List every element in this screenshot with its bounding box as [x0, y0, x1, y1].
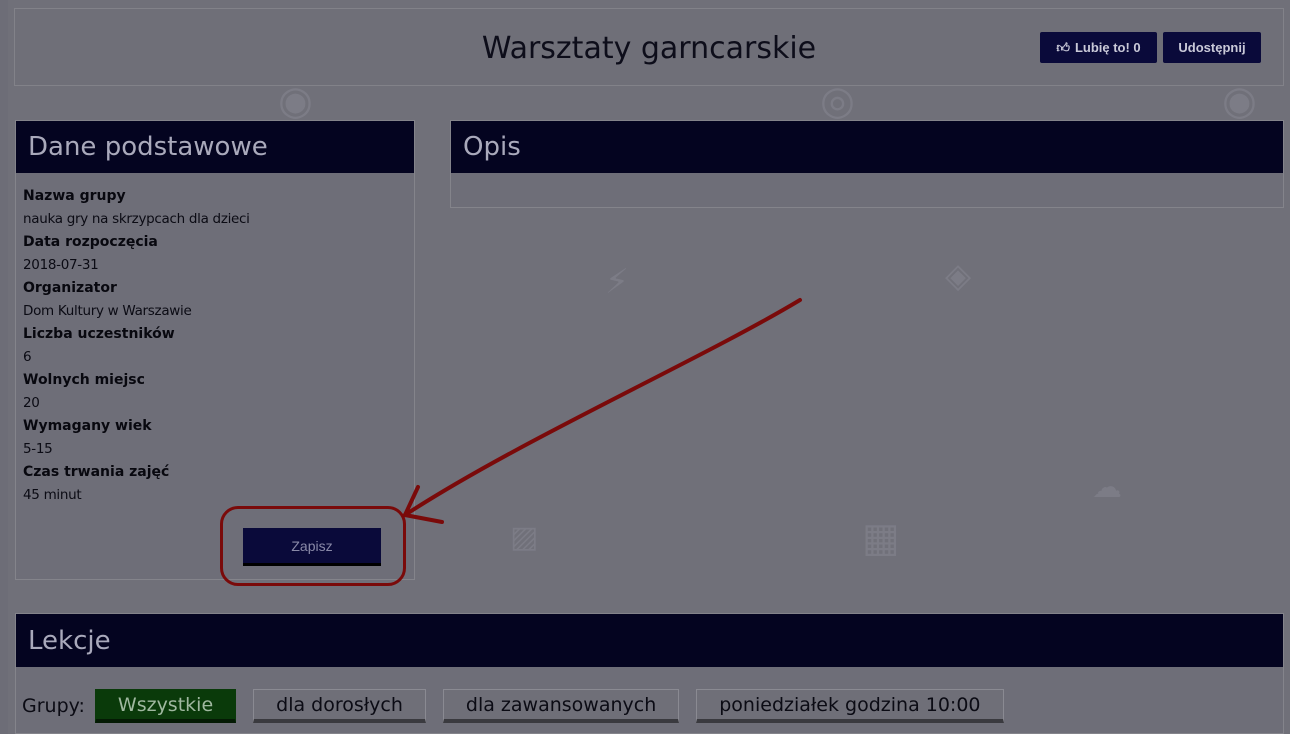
annotation-arrow — [403, 298, 802, 524]
